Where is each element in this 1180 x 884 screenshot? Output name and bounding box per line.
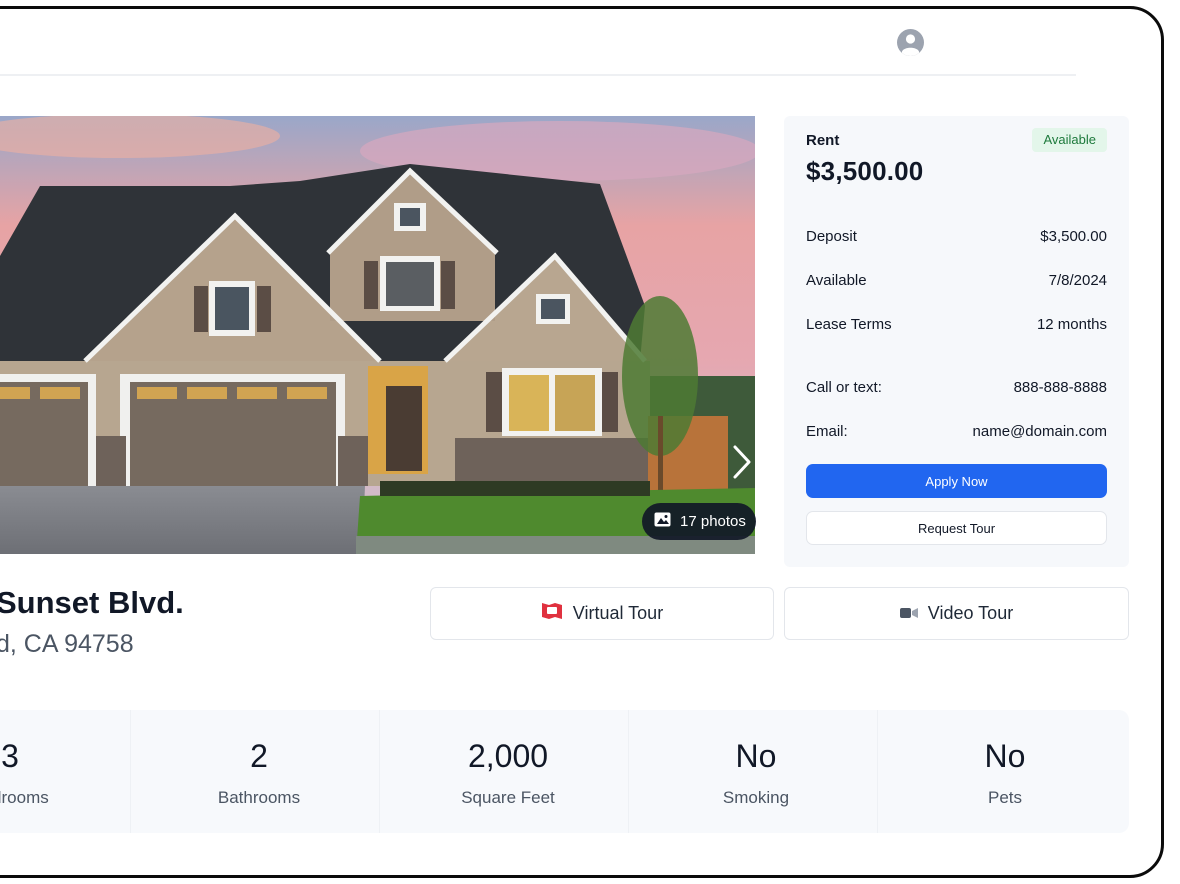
stat-pets: No Pets xyxy=(885,710,1125,833)
rent-price: $3,500.00 xyxy=(806,156,924,186)
virtual-tour-button[interactable]: Virtual Tour xyxy=(430,587,774,640)
stat-value: No xyxy=(735,738,777,774)
deposit-label: Deposit xyxy=(806,228,857,245)
request-tour-button[interactable]: Request Tour xyxy=(806,511,1107,545)
stat-value: No xyxy=(984,738,1026,774)
rent-label: Rent xyxy=(806,132,840,149)
video-tour-button[interactable]: Video Tour xyxy=(784,587,1129,640)
available-label: Available xyxy=(806,272,867,289)
video-camera-icon xyxy=(899,603,918,624)
stat-square-feet: 2,000 Square Feet xyxy=(388,710,628,833)
deposit-value: $3,500.00 xyxy=(1040,228,1107,245)
photos-count-button[interactable]: 17 photos xyxy=(642,503,756,540)
stat-value: 3 xyxy=(1,738,19,774)
lease-terms-row: Lease Terms 12 months xyxy=(806,316,1107,333)
property-stats: 3 Bedrooms 2 Bathrooms 2,000 Square Feet… xyxy=(0,710,1129,833)
stat-label: Bedrooms xyxy=(0,788,49,807)
stat-label: Smoking xyxy=(722,788,790,807)
video-tour-label: Video Tour xyxy=(927,603,1014,623)
image-icon xyxy=(654,512,671,531)
email-row: Email: name@domain.com xyxy=(806,423,1107,440)
phone-row: Call or text: 888-888-8888 xyxy=(806,379,1107,396)
virtual-tour-icon xyxy=(541,601,563,626)
profile-avatar-icon[interactable] xyxy=(897,29,924,56)
stat-bathrooms: 2 Bathrooms xyxy=(139,710,379,833)
property-photo[interactable] xyxy=(0,116,755,554)
stat-bedrooms: 3 Bedrooms xyxy=(0,710,130,833)
stat-label: Pets xyxy=(987,788,1023,807)
lease-terms-value: 12 months xyxy=(1036,316,1107,333)
apply-now-button[interactable]: Apply Now xyxy=(806,464,1107,498)
phone-label: Call or text: xyxy=(806,379,882,396)
stat-divider xyxy=(130,710,131,833)
available-row: Available 7/8/2024 xyxy=(806,272,1107,289)
email-label: Email: xyxy=(806,423,848,440)
stat-label: Bathrooms xyxy=(217,788,301,807)
stat-value: 2 xyxy=(250,738,268,774)
stat-divider xyxy=(877,710,878,833)
virtual-tour-label: Virtual Tour xyxy=(572,603,664,623)
header-divider xyxy=(0,74,1076,76)
deposit-row: Deposit $3,500.00 xyxy=(806,228,1107,245)
property-street: Sunset Blvd. xyxy=(0,585,184,620)
available-value: 7/8/2024 xyxy=(1048,272,1107,289)
stat-smoking: No Smoking xyxy=(636,710,876,833)
photos-count-label: 17 photos xyxy=(680,513,746,530)
stat-value: 2,000 xyxy=(467,738,549,774)
status-badge: Available xyxy=(1032,128,1107,152)
email-value[interactable]: name@domain.com xyxy=(973,423,1107,440)
stat-label: Square Feet xyxy=(461,788,555,807)
phone-value[interactable]: 888-888-8888 xyxy=(1014,379,1107,396)
next-photo-chevron-icon[interactable] xyxy=(727,441,755,483)
lease-terms-label: Lease Terms xyxy=(806,316,892,333)
stat-divider xyxy=(379,710,380,833)
pricing-card: Rent Available $3,500.00 Deposit $3,500.… xyxy=(784,116,1129,567)
stat-divider xyxy=(628,710,629,833)
property-city-line: d, CA 94758 xyxy=(0,630,134,658)
